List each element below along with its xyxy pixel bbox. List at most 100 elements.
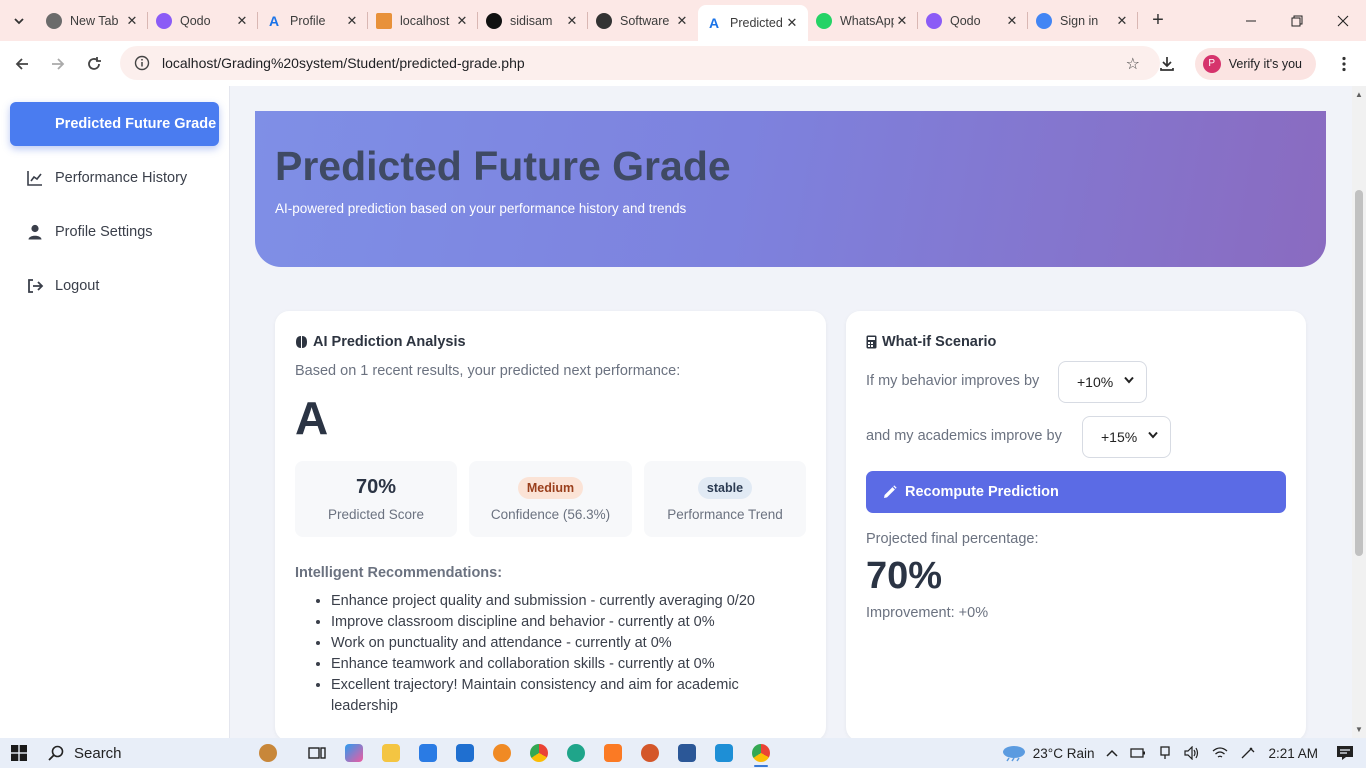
verify-profile-button[interactable]: P Verify it's you	[1194, 47, 1316, 80]
tab-title: Sign in	[1060, 13, 1099, 28]
chevron-down-icon	[1148, 430, 1158, 442]
pen-icon[interactable]	[1240, 746, 1256, 760]
volume-icon[interactable]	[1184, 746, 1200, 760]
mail-icon	[455, 744, 474, 762]
task-view-button[interactable]	[298, 738, 335, 768]
pma-icon	[376, 12, 392, 29]
recompute-prediction-button[interactable]: Recompute Prediction	[866, 471, 1286, 513]
scroll-down-icon[interactable]: ▼	[1355, 725, 1363, 734]
windows-icon	[11, 745, 27, 761]
close-icon[interactable]: ✕	[124, 13, 140, 29]
chrome-app[interactable]	[520, 738, 557, 768]
tab-title: Software	[620, 13, 670, 28]
sidebar-item-performance-history[interactable]: Performance History	[26, 170, 187, 186]
url-text[interactable]: localhost/Grading%20system/Student/predi…	[162, 55, 525, 71]
browser-menu-button[interactable]	[1326, 46, 1362, 82]
close-icon[interactable]: ✕	[784, 15, 800, 31]
notification-button[interactable]	[1336, 745, 1354, 761]
restore-button[interactable]	[1274, 0, 1320, 41]
new-tab-button[interactable]: +	[1138, 9, 1178, 32]
google-icon	[1036, 12, 1052, 29]
address-bar[interactable]: localhost/Grading%20system/Student/predi…	[120, 46, 1160, 80]
close-icon[interactable]: ✕	[344, 13, 360, 29]
network-icon[interactable]	[1158, 746, 1172, 760]
bookmark-star-icon[interactable]: ☆	[1126, 54, 1140, 74]
chevron-up-icon[interactable]	[1106, 749, 1118, 757]
tab-profile[interactable]: A Profile ✕	[258, 0, 368, 41]
tab-localhost[interactable]: localhost ✕	[368, 0, 478, 41]
sidebar-item-profile-settings[interactable]: Profile Settings	[26, 224, 153, 240]
vscode-app[interactable]	[705, 738, 742, 768]
close-icon[interactable]: ✕	[454, 13, 470, 29]
behavior-label: If my behavior improves by	[866, 373, 1040, 389]
file-explorer-app[interactable]	[372, 738, 409, 768]
reload-button[interactable]	[76, 46, 112, 82]
status-badge: Medium	[517, 477, 584, 499]
store-app[interactable]	[409, 738, 446, 768]
tab-search-button[interactable]	[0, 0, 38, 41]
clock[interactable]: 2:21 AM	[1268, 746, 1318, 761]
tab-new-tab[interactable]: New Tab ✕	[38, 0, 148, 41]
tab-software[interactable]: Software ✕	[588, 0, 698, 41]
rain-cloud-icon	[1002, 746, 1025, 762]
scroll-up-icon[interactable]: ▲	[1355, 90, 1363, 99]
app-shield[interactable]	[631, 738, 668, 768]
close-icon[interactable]: ✕	[894, 13, 910, 29]
taskbar-search[interactable]: Search	[38, 738, 238, 768]
sidebar-item-predicted-future-grade[interactable]: Predicted Future Grade	[10, 102, 219, 146]
tab-title: Qodo	[180, 13, 211, 28]
tab-predicted[interactable]: A Predicted ✕	[698, 5, 808, 41]
arrow-right-icon	[52, 57, 65, 70]
sidebar-item-logout[interactable]: Logout	[26, 278, 99, 294]
behavior-improvement-select[interactable]: +10%	[1058, 361, 1147, 403]
avatar: P	[1202, 54, 1221, 73]
weather-widget[interactable]: 23°C Rain	[1001, 744, 1095, 762]
close-icon[interactable]: ✕	[1004, 13, 1020, 29]
notification-icon	[1337, 746, 1353, 760]
xampp-app[interactable]	[594, 738, 631, 768]
list-item: Improve classroom discipline and behavio…	[331, 612, 791, 633]
tab-github[interactable]: sidisam ✕	[478, 0, 588, 41]
edge-app[interactable]	[557, 738, 594, 768]
battery-icon[interactable]	[1130, 747, 1146, 759]
close-icon[interactable]: ✕	[564, 13, 580, 29]
restore-icon	[1291, 15, 1303, 26]
close-icon[interactable]: ✕	[1114, 13, 1130, 29]
firefox-app[interactable]	[483, 738, 520, 768]
downloads-button[interactable]	[1149, 46, 1185, 82]
close-window-button[interactable]	[1320, 0, 1366, 41]
scrollbar-thumb[interactable]	[1355, 190, 1363, 556]
list-item: Excellent trajectory! Maintain consisten…	[331, 675, 791, 717]
stat-confidence: Medium Confidence (56.3%)	[469, 461, 632, 537]
hero-banner: Predicted Future Grade AI-powered predic…	[255, 111, 1326, 267]
minimize-button[interactable]	[1228, 0, 1274, 41]
wifi-icon[interactable]	[1212, 746, 1228, 760]
word-app[interactable]	[668, 738, 705, 768]
copilot-app[interactable]	[335, 738, 372, 768]
forward-button[interactable]	[40, 46, 76, 82]
mail-app[interactable]	[446, 738, 483, 768]
page-scrollbar[interactable]: ▲ ▼	[1352, 86, 1366, 738]
tab-title: New Tab	[70, 13, 119, 28]
weather-text: 23°C Rain	[1032, 745, 1095, 761]
select-value: +15%	[1101, 429, 1138, 445]
stat-label: Confidence (56.3%)	[490, 507, 611, 522]
tab-sign-in[interactable]: Sign in ✕	[1028, 0, 1138, 41]
close-icon[interactable]: ✕	[234, 13, 250, 29]
taskbar-widget[interactable]	[238, 738, 298, 768]
tab-whatsapp[interactable]: WhatsApp ✕	[808, 0, 918, 41]
close-icon[interactable]: ✕	[674, 13, 690, 29]
folder-icon	[381, 744, 400, 762]
page-title: Predicted Future Grade	[275, 143, 731, 189]
site-info-icon[interactable]	[134, 55, 150, 71]
edge-icon	[566, 744, 585, 762]
back-button[interactable]	[4, 46, 40, 82]
sidebar-item-label: Profile Settings	[55, 224, 153, 240]
tab-qodo[interactable]: Qodo ✕	[148, 0, 258, 41]
task-view-icon	[307, 747, 326, 759]
tab-qodo-2[interactable]: Qodo ✕	[918, 0, 1028, 41]
start-button[interactable]	[0, 738, 38, 768]
academics-improvement-select[interactable]: +15%	[1082, 416, 1171, 458]
qodo-icon	[156, 12, 172, 29]
chrome-app-active[interactable]	[742, 738, 779, 768]
